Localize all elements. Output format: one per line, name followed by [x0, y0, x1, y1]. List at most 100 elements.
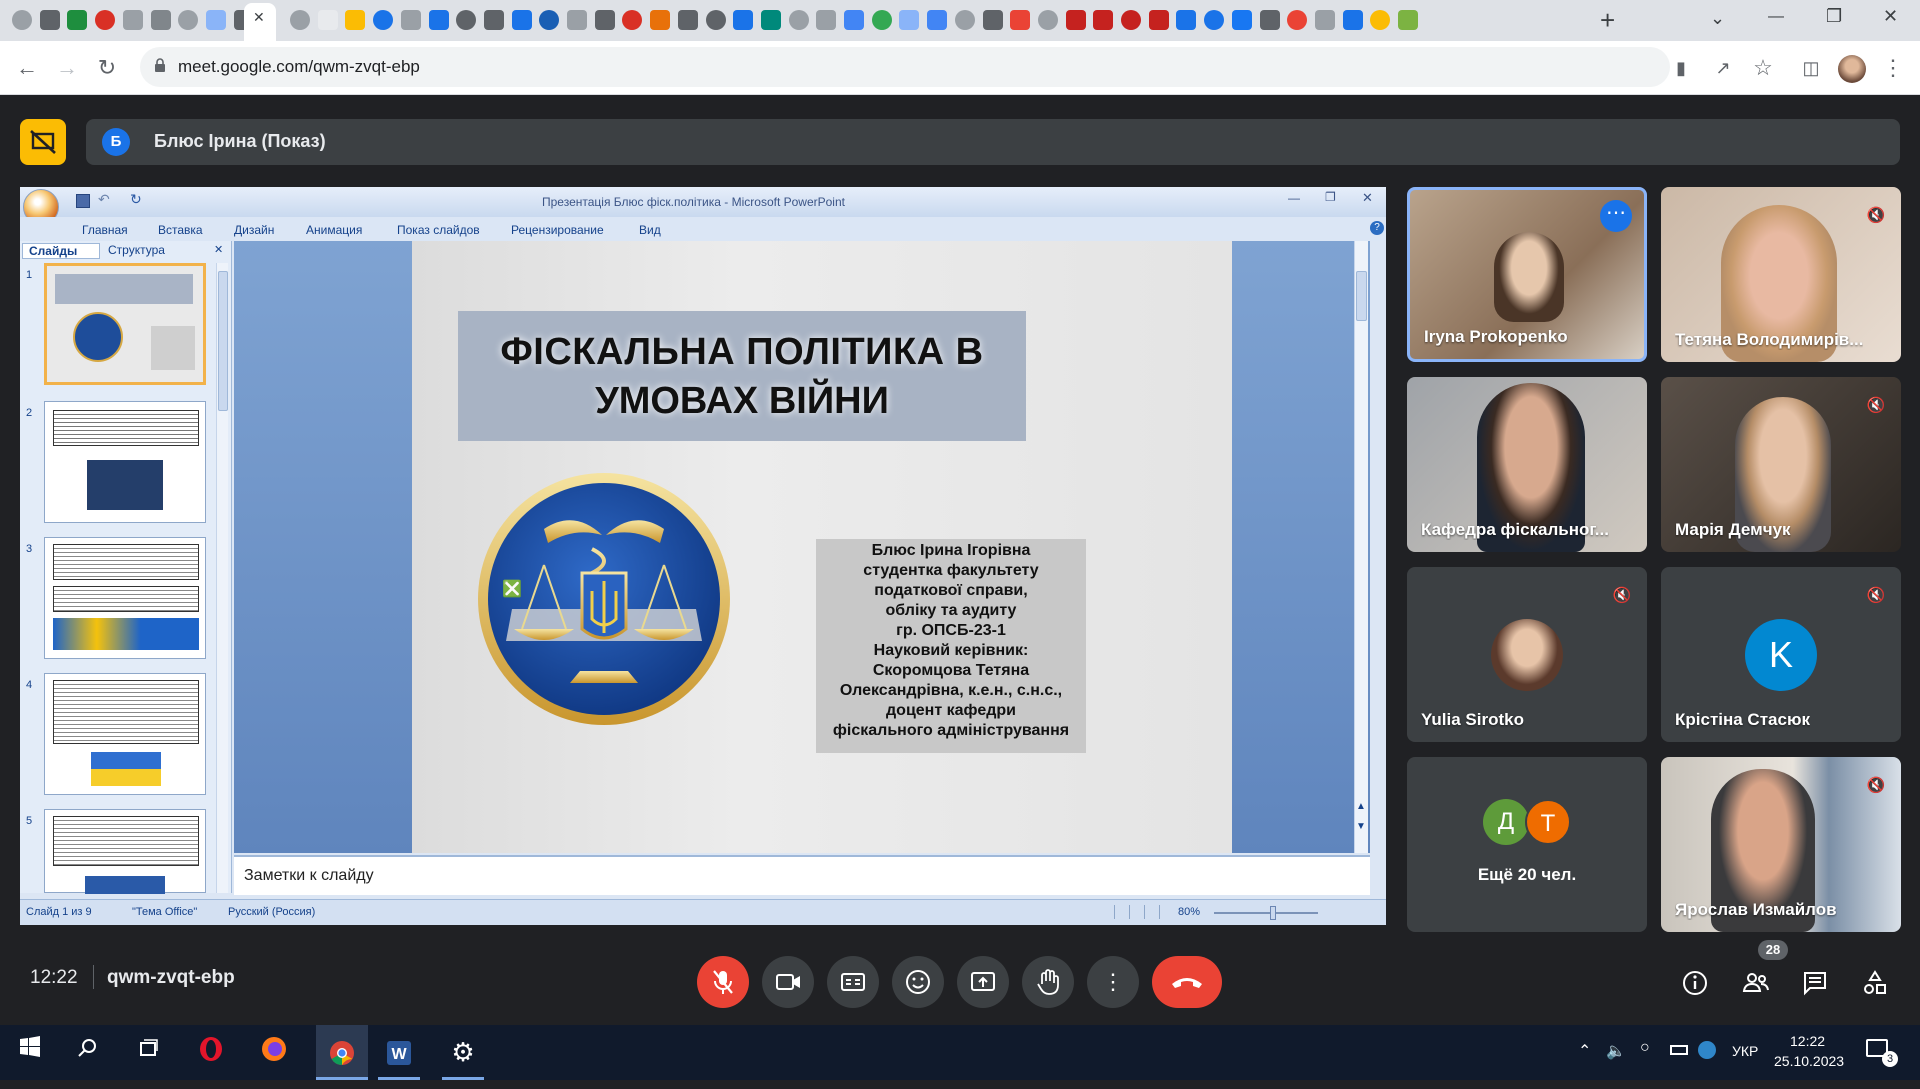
tab-favicon-icon[interactable]: [733, 10, 754, 30]
tab-favicon-icon[interactable]: [317, 10, 338, 30]
tab-favicon-icon[interactable]: [290, 10, 310, 30]
battery-icon[interactable]: [1670, 1045, 1688, 1055]
share-icon[interactable]: ↗: [1710, 55, 1736, 81]
reload-icon[interactable]: ↻: [94, 55, 120, 81]
ribbon-tab-animation[interactable]: Анимация: [306, 223, 362, 237]
slide-scrollbar[interactable]: ▲ ▼: [1354, 241, 1368, 853]
forward-arrow-icon[interactable]: →: [54, 55, 80, 81]
active-tab[interactable]: ✕: [244, 3, 276, 41]
ribbon-tab-view[interactable]: Вид: [639, 223, 661, 237]
zoom-slider-thumb[interactable]: [1270, 906, 1276, 920]
emoji-reaction-button[interactable]: [892, 956, 944, 1008]
word-icon[interactable]: W: [378, 1025, 420, 1080]
participant-tile-8[interactable]: 🔇 Ярослав Измайлов: [1661, 757, 1901, 932]
tab-favicon-icon[interactable]: [705, 10, 726, 30]
tab-favicon-icon[interactable]: [1398, 10, 1418, 30]
slide-thumbnail-4[interactable]: [44, 673, 206, 795]
panel-scrollbar[interactable]: [216, 263, 228, 893]
tab-favicon-icon[interactable]: [150, 10, 171, 30]
keyboard-language[interactable]: УКР: [1732, 1043, 1758, 1059]
undo-icon[interactable]: ↶: [98, 191, 110, 208]
firefox-icon[interactable]: [256, 1035, 292, 1071]
minimize-button[interactable]: —: [1768, 8, 1784, 26]
tab-favicon-icon[interactable]: [1065, 10, 1086, 30]
slide-notes[interactable]: Заметки к слайду: [234, 855, 1370, 895]
slide-thumbnail-5[interactable]: [44, 809, 206, 894]
tab-favicon-icon[interactable]: [400, 10, 421, 30]
volume-muted-icon[interactable]: 🔈: [1606, 1041, 1626, 1061]
tab-favicon-icon[interactable]: [1037, 10, 1058, 30]
captions-button[interactable]: [827, 956, 879, 1008]
tab-favicon-icon[interactable]: [1204, 10, 1225, 30]
presentation-stop-icon[interactable]: [20, 119, 66, 165]
more-options-button[interactable]: ⋮: [1087, 956, 1139, 1008]
close-window-button[interactable]: ✕: [1883, 6, 1898, 27]
activities-icon[interactable]: [1858, 966, 1892, 1000]
tab-search-icon[interactable]: ⌄: [1710, 8, 1725, 29]
present-screen-button[interactable]: [957, 956, 1009, 1008]
ribbon-tab-review[interactable]: Рецензирование: [511, 223, 604, 237]
task-view-icon[interactable]: [130, 1035, 166, 1071]
tab-favicon-icon[interactable]: [816, 10, 837, 30]
zoom-slider[interactable]: [1214, 912, 1318, 914]
ribbon-tab-home[interactable]: Главная: [82, 223, 128, 237]
participant-tile-5[interactable]: 🔇 Yulia Sirotko: [1407, 567, 1647, 742]
tab-favicon-icon[interactable]: [345, 10, 366, 30]
tab-close-icon[interactable]: ✕: [253, 9, 265, 26]
menu-dots-icon[interactable]: ⋮: [1880, 55, 1906, 81]
mic-toggle-button[interactable]: [697, 956, 749, 1008]
camera-toggle-button[interactable]: [762, 956, 814, 1008]
tab-favicon-icon[interactable]: [205, 10, 226, 30]
tab-favicon-icon[interactable]: [927, 10, 948, 30]
tab-favicon-icon[interactable]: [954, 10, 975, 30]
more-participants-tile[interactable]: Д Т Ещё 20 чел.: [1407, 757, 1647, 932]
tab-favicon-icon[interactable]: [567, 10, 587, 30]
new-tab-button[interactable]: +: [1600, 5, 1615, 36]
wifi-icon[interactable]: ○: [1640, 1039, 1650, 1057]
side-panel-icon[interactable]: ◫: [1798, 55, 1824, 81]
tab-favicon-icon[interactable]: [844, 10, 864, 30]
address-bar[interactable]: meet.google.com/qwm-zvqt-ebp: [140, 47, 1670, 87]
tab-favicon-icon[interactable]: [511, 10, 532, 30]
tab-favicon-icon[interactable]: [12, 10, 32, 30]
tab-favicon-icon[interactable]: [677, 10, 698, 30]
tab-favicon-icon[interactable]: [1314, 10, 1335, 30]
tab-favicon-icon[interactable]: [982, 10, 1003, 30]
meeting-info-icon[interactable]: [1678, 966, 1712, 1000]
people-icon[interactable]: [1738, 966, 1772, 1000]
help-icon[interactable]: ?: [1370, 221, 1384, 235]
ribbon-tab-insert[interactable]: Вставка: [158, 223, 203, 237]
tab-favicon-icon[interactable]: [899, 10, 920, 30]
ppt-restore-icon[interactable]: ❐: [1325, 190, 1336, 204]
tab-favicon-icon[interactable]: [1259, 10, 1280, 30]
tab-favicon-icon[interactable]: [39, 10, 60, 30]
tab-favicon-icon[interactable]: [788, 10, 809, 30]
tab-favicon-icon[interactable]: [1287, 10, 1308, 30]
profile-avatar[interactable]: [1838, 55, 1866, 83]
tab-favicon-icon[interactable]: [428, 10, 449, 30]
tray-chevron-icon[interactable]: ⌃: [1578, 1041, 1591, 1061]
tab-favicon-icon[interactable]: [871, 10, 892, 30]
tab-favicon-icon[interactable]: [1370, 10, 1391, 30]
tab-favicon-icon[interactable]: [650, 10, 671, 30]
participant-tile-2[interactable]: 🔇 Тетяна Володимирів...: [1661, 187, 1901, 362]
ppt-minimize-icon[interactable]: —: [1288, 191, 1300, 205]
windows-start-icon[interactable]: [12, 1035, 48, 1071]
tab-favicon-icon[interactable]: [373, 10, 394, 30]
opera-icon[interactable]: [193, 1035, 229, 1071]
tab-favicon-icon[interactable]: [1231, 10, 1252, 30]
participant-tile-3[interactable]: Кафедра фіскальног...: [1407, 377, 1647, 552]
prev-slide-icon[interactable]: ▲: [1356, 801, 1366, 812]
tab-favicon-icon[interactable]: [1176, 10, 1197, 30]
settings-gear-icon[interactable]: ⚙: [442, 1025, 484, 1080]
raise-hand-button[interactable]: [1022, 956, 1074, 1008]
back-arrow-icon[interactable]: ←: [14, 55, 40, 81]
participant-tile-1[interactable]: ⋯ Iryna Prokopenko: [1407, 187, 1647, 362]
tab-favicon-icon[interactable]: [1148, 10, 1169, 30]
participant-tile-6[interactable]: K 🔇 Крістіна Стасюк: [1661, 567, 1901, 742]
slide-thumbnail-3[interactable]: [44, 537, 206, 659]
tab-favicon-icon[interactable]: [178, 10, 199, 30]
restore-button[interactable]: ❐: [1826, 6, 1842, 27]
tab-favicon-icon[interactable]: [1010, 10, 1031, 30]
tab-favicon-icon[interactable]: [1342, 10, 1363, 30]
